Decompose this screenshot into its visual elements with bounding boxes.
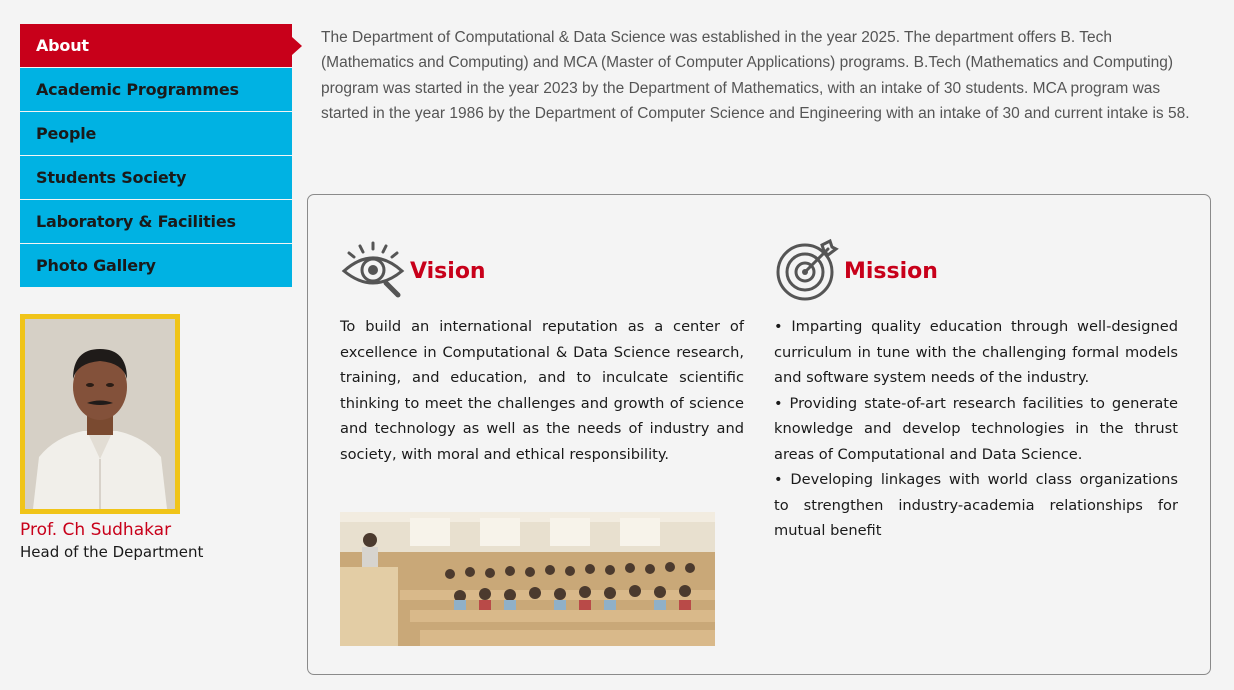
target-icon	[774, 237, 840, 303]
hod-photo	[20, 314, 180, 514]
sidebar-nav: About Academic Programmes People Student…	[20, 24, 302, 288]
vision-section: Vision To build an international reputat…	[340, 237, 744, 467]
nav-item-students-society[interactable]: Students Society	[20, 156, 292, 199]
nav-item-people[interactable]: People	[20, 112, 292, 155]
nav-item-laboratory-facilities[interactable]: Laboratory & Facilities	[20, 200, 292, 243]
vision-header: Vision	[340, 237, 744, 303]
hod-name[interactable]: Prof. Ch Sudhakar	[20, 520, 292, 540]
eye-icon	[340, 237, 406, 303]
mission-point: • Providing state-of-art research facili…	[774, 394, 1178, 463]
vision-mission-card: Vision To build an international reputat…	[307, 194, 1211, 675]
mission-point: • Imparting quality education through we…	[774, 318, 1178, 386]
nav-item-academic-programmes[interactable]: Academic Programmes	[20, 68, 292, 111]
hod-card: Prof. Ch Sudhakar Head of the Department	[20, 314, 292, 561]
mission-heading: Mission	[844, 258, 938, 284]
classroom-photo	[340, 512, 715, 646]
department-intro: The Department of Computational & Data S…	[321, 29, 1190, 122]
mission-section: Mission • Imparting quality education th…	[774, 237, 1178, 544]
nav-item-about[interactable]: About	[20, 24, 302, 67]
nav-item-photo-gallery[interactable]: Photo Gallery	[20, 244, 292, 287]
mission-point: • Developing linkages with world class o…	[774, 471, 1178, 539]
hod-title: Head of the Department	[20, 543, 204, 561]
vision-text: To build an international reputation as …	[340, 318, 744, 463]
mission-list: • Imparting quality education through we…	[774, 314, 1178, 544]
mission-header: Mission	[774, 237, 1178, 303]
vision-heading: Vision	[410, 258, 486, 284]
